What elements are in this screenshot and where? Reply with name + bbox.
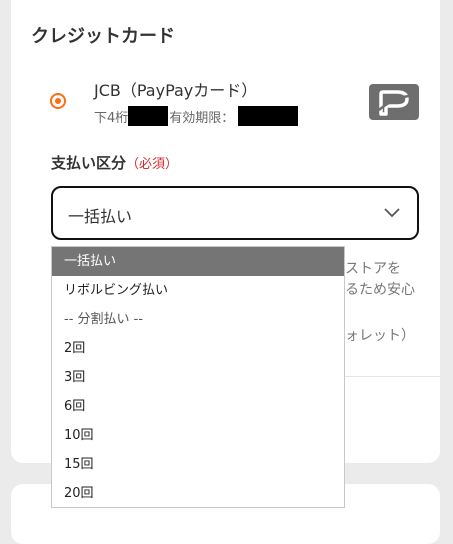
card-expiry-label: 有効期限： bbox=[169, 110, 235, 126]
option-15-times[interactable]: 15回 bbox=[52, 450, 344, 479]
installment-select-value: 一括払い bbox=[68, 207, 133, 226]
redacted-digits bbox=[128, 106, 169, 126]
option-3-times[interactable]: 3回 bbox=[52, 363, 344, 392]
option-revolving[interactable]: リボルビング払い bbox=[52, 276, 344, 305]
installment-select[interactable]: 一括払い bbox=[51, 186, 419, 240]
background-text-1: ストアを bbox=[345, 261, 401, 277]
divider bbox=[345, 376, 440, 377]
redacted-expiry bbox=[238, 106, 299, 126]
installment-label-text: 支払い区分 bbox=[51, 154, 127, 172]
chevron-down-icon bbox=[384, 208, 400, 218]
card-digits-label: 下4桁 bbox=[94, 110, 129, 126]
option-20-times[interactable]: 20回 bbox=[52, 479, 344, 508]
card-details: 下4桁 有効期限： bbox=[94, 106, 299, 126]
card-radio-button[interactable] bbox=[50, 93, 66, 109]
card-name: JCB（PayPayカード） bbox=[94, 81, 258, 100]
option-group-installments: -- 分割払い -- bbox=[64, 312, 144, 327]
option-2-times[interactable]: 2回 bbox=[52, 334, 344, 363]
option-6-times[interactable]: 6回 bbox=[52, 392, 344, 421]
background-text-2: るため安心 bbox=[345, 282, 415, 298]
option-10-times[interactable]: 10回 bbox=[52, 421, 344, 450]
option-lump-sum[interactable]: 一括払い bbox=[52, 247, 344, 276]
background-text-3: ォレット） bbox=[345, 328, 415, 344]
installment-dropdown-list[interactable]: 一括払い リボルビング払い -- 分割払い -- 2回 3回 6回 10回 15… bbox=[51, 246, 345, 508]
installment-label: 支払い区分（必須） bbox=[51, 152, 178, 173]
required-marker: （必須） bbox=[126, 157, 179, 172]
section-title: クレジットカード bbox=[31, 26, 175, 47]
paypay-logo bbox=[369, 84, 419, 120]
